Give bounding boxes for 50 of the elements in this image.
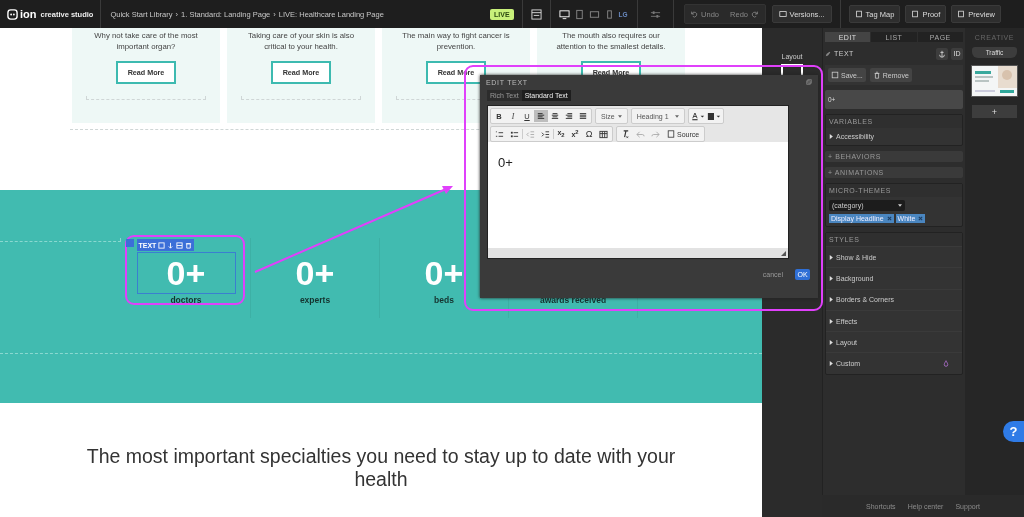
desktop-icon[interactable] bbox=[558, 8, 570, 20]
indent-icon[interactable] bbox=[541, 129, 550, 139]
grid-icon[interactable] bbox=[176, 241, 184, 249]
close-icon[interactable] bbox=[886, 216, 892, 221]
save-icon bbox=[831, 71, 839, 79]
stat-number: 0+ bbox=[424, 255, 464, 291]
align-justify-icon bbox=[579, 112, 587, 120]
logo: ion bbox=[20, 8, 37, 20]
popout-icon[interactable] bbox=[806, 79, 812, 85]
text-color-icon[interactable] bbox=[690, 111, 705, 121]
special-character-button[interactable]: Ω bbox=[582, 128, 596, 140]
caret-icon bbox=[898, 204, 902, 207]
caret-icon bbox=[674, 114, 679, 118]
document-icon bbox=[854, 10, 863, 18]
align-center-icon bbox=[551, 112, 559, 120]
resize-grip-icon[interactable] bbox=[781, 251, 786, 256]
tablet-icon[interactable] bbox=[588, 8, 600, 20]
caret-icon bbox=[617, 114, 622, 118]
bullet-list-icon[interactable] bbox=[510, 129, 519, 139]
sliders-icon[interactable] bbox=[649, 8, 661, 20]
table-icon[interactable] bbox=[599, 129, 608, 139]
clear-format-icon[interactable] bbox=[621, 129, 630, 139]
stat-label: experts bbox=[299, 295, 331, 305]
undo-icon bbox=[690, 10, 699, 18]
close-icon[interactable] bbox=[918, 216, 924, 221]
trash-icon bbox=[872, 71, 881, 79]
layout-icon[interactable] bbox=[530, 8, 542, 20]
stat-number: 0+ bbox=[166, 255, 206, 291]
document-icon bbox=[911, 10, 920, 18]
align-left-icon bbox=[537, 112, 545, 120]
add-button[interactable]: + bbox=[972, 105, 1017, 118]
stat-number: 0+ bbox=[295, 255, 335, 291]
background-color-icon[interactable] bbox=[706, 111, 721, 121]
editor-area[interactable]: 0+ bbox=[488, 142, 788, 248]
numbered-list-icon[interactable] bbox=[495, 129, 504, 139]
edit-icon[interactable] bbox=[158, 241, 166, 249]
align-left-button[interactable] bbox=[534, 110, 548, 122]
tablet-icon[interactable] bbox=[573, 8, 585, 20]
document-icon bbox=[667, 130, 675, 138]
pencil-icon bbox=[825, 50, 831, 57]
section-heading: The most important specialties you need to stay up to date with your health bbox=[85, 445, 677, 491]
document-icon bbox=[957, 10, 966, 18]
logo-icon bbox=[7, 8, 18, 20]
image-icon bbox=[778, 10, 787, 18]
redo-icon bbox=[751, 10, 760, 18]
trash-icon[interactable] bbox=[185, 241, 193, 249]
align-right-icon bbox=[565, 112, 573, 120]
stat-label: beds bbox=[434, 295, 454, 305]
editor-text: 0+ bbox=[498, 155, 513, 170]
stat-label: doctors bbox=[170, 295, 202, 305]
